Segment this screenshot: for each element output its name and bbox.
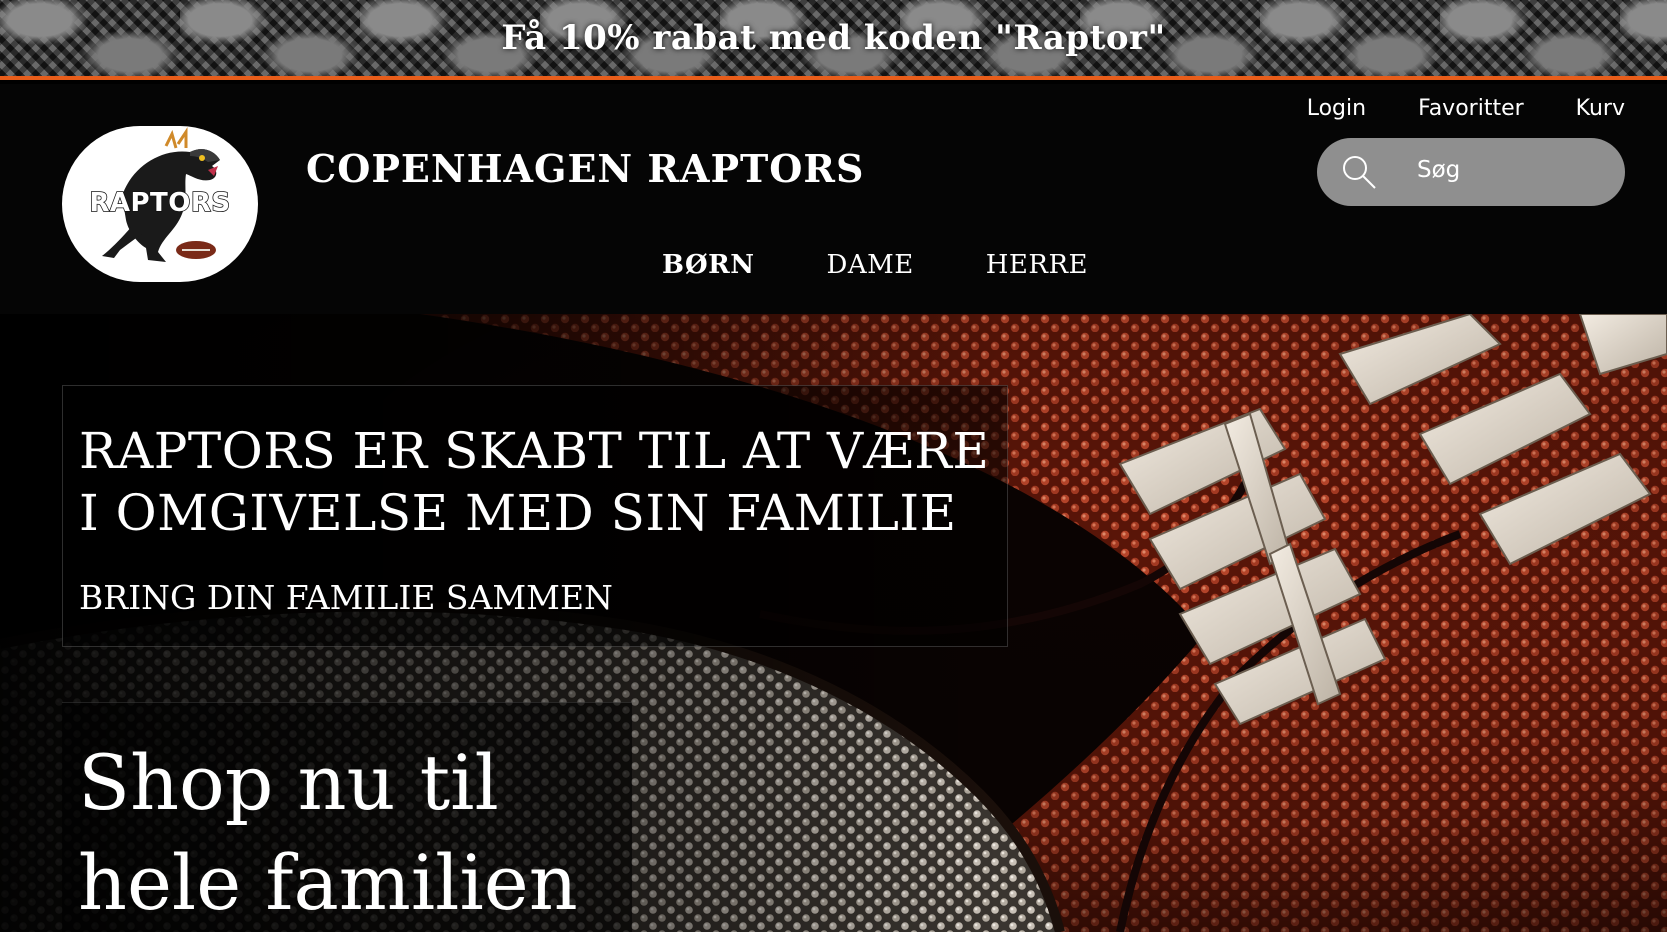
hero-subheading: BRING DIN FAMILIE SAMMEN bbox=[79, 578, 613, 617]
brand-title[interactable]: COPENHAGEN RAPTORS bbox=[306, 146, 864, 191]
favorites-link[interactable]: Favoritter bbox=[1418, 96, 1524, 121]
login-link[interactable]: Login bbox=[1307, 96, 1366, 121]
shop-cta-line-2: hele familien bbox=[78, 838, 578, 927]
cart-link[interactable]: Kurv bbox=[1576, 96, 1625, 121]
nav-item-born[interactable]: BØRN bbox=[662, 250, 754, 280]
logo-wordmark: RAPTORS bbox=[89, 187, 231, 219]
hero-message-box: RAPTORS ER SKABT TIL AT VÆRE I OMGIVELSE … bbox=[62, 385, 1008, 647]
hero-heading: RAPTORS ER SKABT TIL AT VÆRE I OMGIVELSE … bbox=[79, 420, 989, 544]
shop-cta-text[interactable]: Shop nu til hele familien bbox=[78, 733, 618, 932]
promo-text: Få 10% rabat med koden "Raptor" bbox=[501, 18, 1166, 58]
search-placeholder: Søg bbox=[1417, 157, 1461, 183]
main-nav: BØRN DAME HERRE bbox=[662, 250, 1088, 280]
promo-bar: Få 10% rabat med koden "Raptor" bbox=[0, 0, 1667, 80]
site-header: RAPTORS COPENHAGEN RAPTORS Login Favorit… bbox=[0, 84, 1667, 314]
nav-item-dame[interactable]: DAME bbox=[826, 250, 913, 280]
hero-heading-line-2: I OMGIVELSE MED SIN FAMILIE bbox=[79, 484, 957, 542]
search-icon[interactable] bbox=[1339, 152, 1379, 192]
hero-banner: RAPTORS ER SKABT TIL AT VÆRE I OMGIVELSE … bbox=[0, 314, 1667, 932]
raptors-logo[interactable]: RAPTORS bbox=[62, 126, 258, 282]
utility-nav: Login Favoritter Kurv bbox=[1307, 96, 1625, 121]
search-input[interactable]: Søg bbox=[1317, 138, 1625, 206]
shop-cta-box[interactable]: Shop nu til hele familien bbox=[62, 702, 632, 932]
hero-heading-line-1: RAPTORS ER SKABT TIL AT VÆRE bbox=[79, 422, 990, 480]
shop-cta-line-1: Shop nu til bbox=[78, 738, 499, 827]
nav-item-herre[interactable]: HERRE bbox=[986, 250, 1088, 280]
